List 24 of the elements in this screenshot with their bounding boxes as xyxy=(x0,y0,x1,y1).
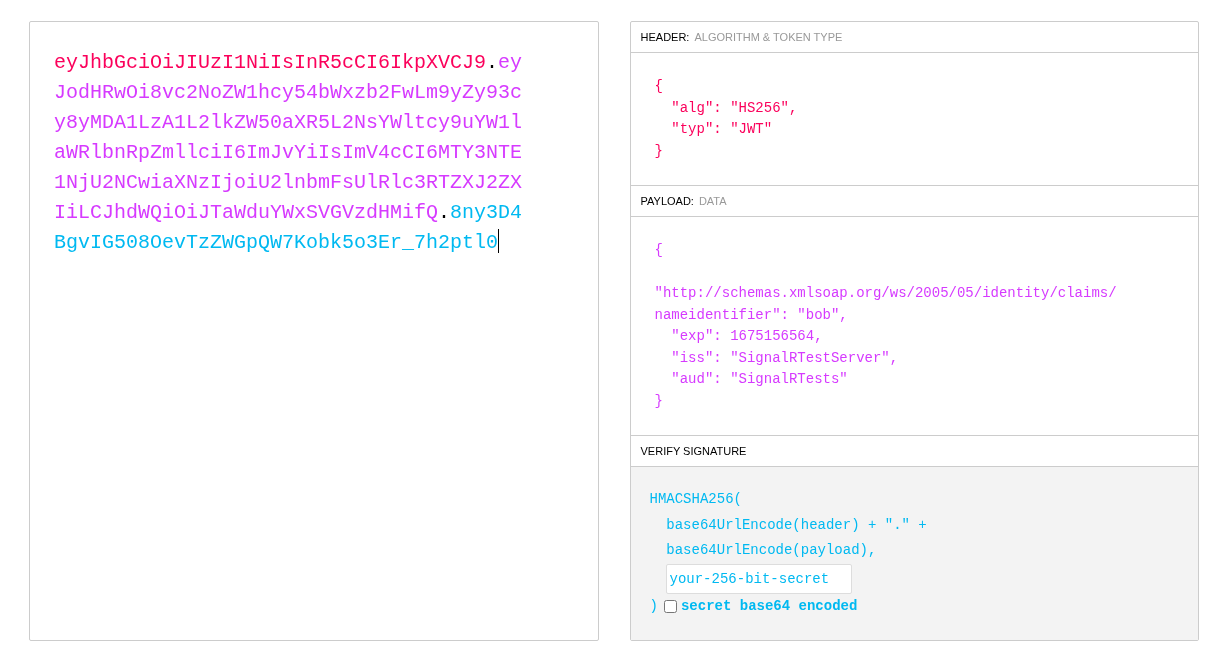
base64-checkbox[interactable] xyxy=(663,599,677,613)
secret-input[interactable]: your-256-bit-secret xyxy=(665,563,852,594)
code-line: } xyxy=(654,391,664,411)
section-title: HEADER: xyxy=(640,29,690,45)
checkbox-label: secret base64 encoded xyxy=(680,596,858,616)
code-line: base64UrlEncode(payload), xyxy=(665,541,878,560)
code-line: base64UrlEncode(header) + "." + xyxy=(665,515,928,535)
code-line: HMACSHA256( xyxy=(649,490,743,509)
section-subtitle: DATA xyxy=(698,193,727,209)
code-line: } xyxy=(654,141,664,161)
code-line: "iss": "SignalRTestServer", xyxy=(670,348,900,368)
code-line: "typ": "JWT" xyxy=(670,120,774,139)
code-line: "alg": "HS256", xyxy=(670,98,799,118)
code-line: "aud": "SignalRTests" xyxy=(670,370,849,389)
code-line: "exp": 1675156564, xyxy=(670,327,824,346)
code-line: ) xyxy=(649,596,658,616)
code-line: nameidentifier": "bob", xyxy=(654,305,849,325)
section-title: VERIFY SIGNATURE xyxy=(640,443,747,459)
code-line: "http://schemas.xmlsoap.org/ws/2005/05/identity/claims/ xyxy=(654,284,1118,303)
code-line: { xyxy=(654,77,664,96)
section-title: PAYLOAD: xyxy=(640,193,694,209)
section-subtitle: ALGORITHM & TOKEN TYPE xyxy=(694,29,843,45)
encoded-token-text: eyJhbGciOiJIUzI1NiIsInR5cCI6IkpXVCJ9.eyJodHRwOi8vc2NoZW1hcy54bWxzb2FwLm9yZy93cy8yMDA1LzA1L2lkZW50aXR5L2NsYWltcy9uYW1laWRlbnRpZmllciI6ImJvYiIsImV4cCI6MTY3NTE1NjU2NCwiaXNzIjoiU2lnbmFsUlRlc3RTZXJ2ZXIiLCJhdWQiOiJTaWduYWxSVGVzdHMifQ.8ny3D4BgvIG508OevTzZWGpQW7Kobk5o3Er_7h2ptl0 xyxy=(54,50,524,256)
code-line: { xyxy=(654,241,664,260)
